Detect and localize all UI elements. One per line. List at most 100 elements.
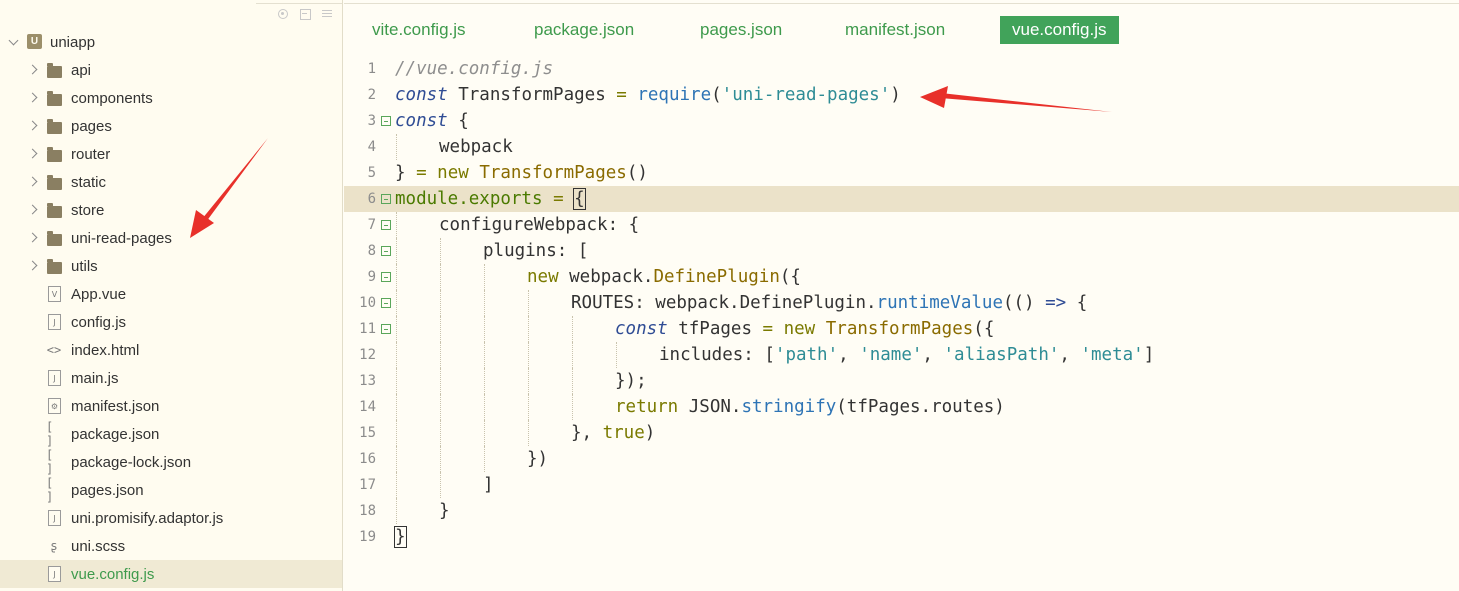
tree-item-label: package-lock.json [71, 453, 192, 471]
code-line[interactable]: 7 configureWebpack: { [344, 212, 1459, 238]
folder-icon [47, 175, 62, 190]
tree-folder-store[interactable]: store [0, 196, 342, 224]
tree-folder-uni-read-pages[interactable]: uni-read-pages [0, 224, 342, 252]
code-line[interactable]: 15}, true) [344, 420, 1459, 446]
tree-folder-api[interactable]: api [0, 56, 342, 84]
tree-folder-static[interactable]: static [0, 168, 342, 196]
indent-guide [572, 316, 573, 342]
tree-folder-components[interactable]: components [0, 84, 342, 112]
tree-file-main.js[interactable]: Jmain.js [0, 364, 342, 392]
tree-file-uni.scss[interactable]: ʂ uni.scss [0, 532, 342, 560]
tree-file-index.html[interactable]: <> index.html [0, 336, 342, 364]
code-token: , [1059, 345, 1081, 365]
tree-file-manifest.json[interactable]: ⚙ manifest.json [0, 392, 342, 420]
code-line[interactable]: 12 includes: ['path', 'name', 'aliasPath'… [344, 342, 1459, 368]
code-token: runtimeValue [876, 293, 1003, 313]
code-line[interactable]: 18} [344, 498, 1459, 524]
indent-guide [440, 290, 441, 316]
fold-toggle-icon[interactable] [381, 116, 391, 126]
code-line[interactable]: 5 } = new TransformPages() [344, 160, 1459, 186]
chevron-right-icon[interactable] [27, 120, 38, 131]
tree-file-vue.config.js[interactable]: Jvue.config.js [0, 560, 342, 588]
tree-file-package-lock.json[interactable]: [ ] package-lock.json [0, 448, 342, 476]
line-number: 4 [367, 139, 376, 155]
tree-folder-pages[interactable]: pages [0, 112, 342, 140]
chevron-right-icon[interactable] [27, 260, 38, 271]
chevron-right-icon[interactable] [27, 64, 38, 75]
code-token: ( [711, 85, 722, 105]
tree-file-pages.json[interactable]: [ ] pages.json [0, 476, 342, 504]
tree-file-uni.promisify.adaptor.js[interactable]: Juni.promisify.adaptor.js [0, 504, 342, 532]
locate-file-icon[interactable] [276, 7, 290, 21]
code-line[interactable]: 3 const { [344, 108, 1459, 134]
code-token: tfPages [667, 319, 763, 339]
fold-toggle-icon[interactable] [381, 246, 391, 256]
chevron-right-icon[interactable] [27, 148, 38, 159]
code-line[interactable]: 10 ROUTES: webpack.DefinePlugin.runtimeVa… [344, 290, 1459, 316]
code-text: ROUTES: webpack.DefinePlugin.runtimeValu… [571, 293, 1087, 313]
code-text: plugins: [ [483, 241, 588, 261]
folder-icon [47, 259, 62, 274]
code-token: } [439, 501, 450, 521]
tree-item-root[interactable]: Uuniapp [0, 28, 342, 56]
code-token: const [395, 85, 448, 105]
fold-toggle-icon[interactable] [381, 298, 391, 308]
code-token: webpack [439, 137, 513, 157]
tab-package-json[interactable]: package.json [522, 16, 646, 44]
code-line[interactable]: 13}); [344, 368, 1459, 394]
tab-pages-json[interactable]: pages.json [688, 16, 794, 44]
tree-folder-utils[interactable]: utils [0, 252, 342, 280]
tab-vue-config-js[interactable]: vue.config.js [1000, 16, 1119, 44]
chevron-right-icon[interactable] [27, 176, 38, 187]
code-token: (tfPages.routes) [836, 397, 1005, 417]
code-line[interactable]: 1 //vue.config.js [344, 56, 1459, 82]
code-line[interactable]: 9 new webpack.DefinePlugin({ [344, 264, 1459, 290]
tree-file-config.js[interactable]: Jconfig.js [0, 308, 342, 336]
explorer-menu-icon[interactable] [320, 7, 334, 21]
code-line[interactable]: 4 webpack [344, 134, 1459, 160]
chevron-right-icon[interactable] [27, 232, 38, 243]
code-token: new [437, 163, 469, 183]
code-token: }) [527, 449, 549, 469]
code-line[interactable]: 16}) [344, 446, 1459, 472]
folder-icon [47, 119, 62, 134]
chevron-down-icon[interactable] [8, 35, 19, 46]
tree-file-App.vue[interactable]: V App.vue [0, 280, 342, 308]
fold-toggle-icon[interactable] [381, 324, 391, 334]
code-line[interactable]: 14 return JSON.stringify(tfPages.routes) [344, 394, 1459, 420]
code-line[interactable]: 19} [344, 524, 1459, 550]
code-token: TransformPages [825, 319, 974, 339]
fold-toggle-icon[interactable] [381, 220, 391, 230]
tree-item-label: router [71, 145, 111, 163]
indent-guide [572, 394, 573, 420]
indent-guide [440, 368, 441, 394]
code-line[interactable]: 2 const TransformPages = require('uni-rea… [344, 82, 1459, 108]
line-number: 1 [367, 61, 376, 77]
code-token: configureWebpack: { [439, 215, 640, 235]
tree-folder-router[interactable]: router [0, 140, 342, 168]
tree-item-label: uni-read-pages [71, 229, 172, 247]
code-line[interactable]: 6 module.exports = { [344, 186, 1459, 212]
chevron-right-icon[interactable] [27, 92, 38, 103]
code-area[interactable]: 1 //vue.config.js 2 const TransformPages = … [344, 56, 1459, 576]
chevron-right-icon[interactable] [27, 204, 38, 215]
collapse-all-icon[interactable] [298, 7, 312, 21]
line-number: 5 [367, 165, 376, 181]
code-token: = [762, 319, 774, 339]
folder-icon [47, 91, 62, 106]
line-number: 3 [367, 113, 376, 129]
code-token: = [616, 85, 627, 105]
code-text: includes: ['path', 'name', 'aliasPath', … [659, 345, 1154, 365]
tab-manifest-json[interactable]: manifest.json [833, 16, 957, 44]
fold-toggle-icon[interactable] [381, 272, 391, 282]
code-text: } = new TransformPages() [395, 163, 648, 183]
tree-file-package.json[interactable]: [ ] package.json [0, 420, 342, 448]
code-line[interactable]: 8 plugins: [ [344, 238, 1459, 264]
folder-icon [47, 147, 62, 162]
code-line[interactable]: 17] [344, 472, 1459, 498]
tab-vite-config-js[interactable]: vite.config.js [360, 16, 478, 44]
code-line[interactable]: 11 const tfPages = new TransformPages({ [344, 316, 1459, 342]
js-file-icon: J [48, 510, 61, 526]
fold-toggle-icon[interactable] [381, 194, 391, 204]
